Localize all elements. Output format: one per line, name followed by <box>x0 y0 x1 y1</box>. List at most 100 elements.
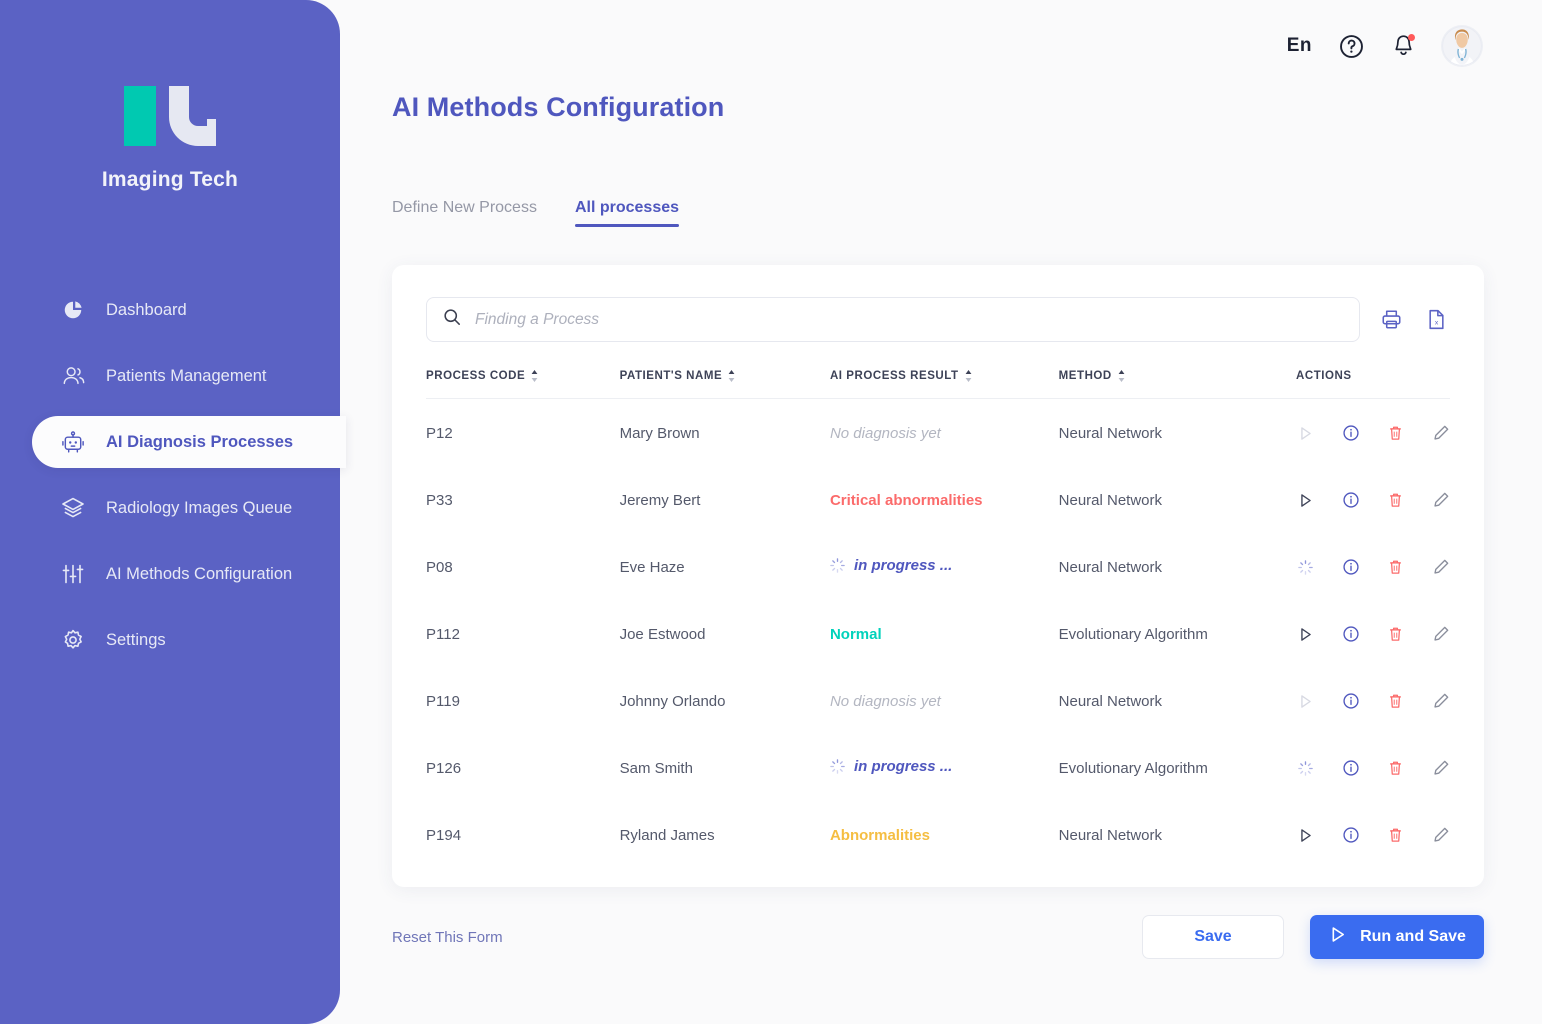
language-selector[interactable]: En <box>1287 35 1312 57</box>
cell-ai-process-result: Normal <box>830 600 1059 667</box>
avatar[interactable] <box>1442 26 1482 66</box>
edit-icon[interactable] <box>1431 691 1450 711</box>
cell-ai-process-result: No diagnosis yet <box>830 667 1059 734</box>
search-input[interactable] <box>475 310 1343 329</box>
status-label: No diagnosis yet <box>829 692 941 710</box>
help-circle-icon[interactable] <box>1338 33 1365 60</box>
delete-icon[interactable] <box>1386 490 1405 510</box>
excel-file-icon[interactable]: x <box>1423 306 1450 333</box>
reset-form-link[interactable]: Reset This Form <box>392 929 503 946</box>
column-header-ai-process-result[interactable]: AI PROCESS RESULT <box>829 370 1059 399</box>
cell-method: Neural Network <box>1058 826 1163 844</box>
app-root: Imaging Tech Dashboard Patients Manageme… <box>0 0 1542 1024</box>
logo-icon <box>124 86 216 152</box>
sidebar-nav: Dashboard Patients Management AI Diagnos… <box>0 284 346 666</box>
sidebar-item-ai-methods-configuration[interactable]: AI Methods Configuration <box>32 548 340 600</box>
cell-patient-name: Mary Brown <box>619 424 700 442</box>
column-header-method[interactable]: METHOD <box>1058 370 1296 399</box>
status-label: in progress ... <box>853 758 953 775</box>
column-header-patients-name[interactable]: PATIENT'S NAME <box>619 370 830 399</box>
delete-icon[interactable] <box>1386 825 1405 845</box>
sidebar-item-dashboard[interactable]: Dashboard <box>32 284 340 336</box>
status-label: Critical abnormalities <box>829 491 983 509</box>
status-badge: in progress ... <box>830 557 952 574</box>
footer: Reset This Form Save Run and Save <box>392 915 1484 959</box>
row-actions <box>1296 423 1450 443</box>
delete-icon[interactable] <box>1386 758 1405 778</box>
search-box[interactable] <box>426 297 1360 342</box>
table-header-row: PROCESS CODE PATIENT'S NAME AI PROCESS R… <box>426 370 1450 399</box>
cell-ai-process-result: Abnormalities <box>830 801 1059 868</box>
spinner-icon <box>1298 760 1313 776</box>
info-icon[interactable] <box>1341 758 1360 778</box>
edit-icon[interactable] <box>1431 557 1450 577</box>
table-body: P12 Mary Brown No diagnosis yet Neural N… <box>426 399 1450 869</box>
edit-icon[interactable] <box>1431 825 1450 845</box>
column-header-process-code[interactable]: PROCESS CODE <box>426 370 620 399</box>
edit-icon[interactable] <box>1431 624 1450 644</box>
info-icon[interactable] <box>1341 825 1360 845</box>
cell-process-code: P12 <box>426 424 453 442</box>
search-row: x <box>426 297 1450 342</box>
tab-define-new-process[interactable]: Define New Process <box>392 199 537 227</box>
cell-process-code: P08 <box>426 558 453 576</box>
run-and-save-button[interactable]: Run and Save <box>1310 915 1484 959</box>
status-label: in progress ... <box>853 557 953 574</box>
delete-icon[interactable] <box>1386 423 1405 443</box>
table-row: P112 Joe Estwood Normal Evolutionary Alg… <box>426 600 1450 667</box>
sidebar-item-label: Patients Management <box>106 366 267 385</box>
page-title: AI Methods Configuration <box>392 92 725 122</box>
printer-icon[interactable] <box>1378 306 1405 333</box>
cell-method: Neural Network <box>1058 491 1163 509</box>
pie-chart-icon <box>58 297 88 323</box>
info-icon[interactable] <box>1341 624 1360 644</box>
delete-icon[interactable] <box>1386 691 1405 711</box>
status-badge: No diagnosis yet <box>830 693 941 710</box>
column-label: METHOD <box>1058 370 1112 382</box>
column-header-actions: ACTIONS <box>1296 370 1450 399</box>
row-actions <box>1296 624 1450 644</box>
sidebar-item-radiology-images-queue[interactable]: Radiology Images Queue <box>32 482 340 534</box>
info-icon[interactable] <box>1341 490 1360 510</box>
spinner-icon <box>1296 758 1315 778</box>
run-play-icon[interactable] <box>1296 624 1315 644</box>
info-icon[interactable] <box>1341 557 1360 577</box>
sidebar-item-patients-management[interactable]: Patients Management <box>32 350 340 402</box>
column-label: ACTIONS <box>1296 370 1352 382</box>
robot-icon <box>58 429 88 455</box>
cell-method: Evolutionary Algorithm <box>1058 759 1208 777</box>
sidebar-item-ai-diagnosis-processes[interactable]: AI Diagnosis Processes <box>32 416 346 468</box>
sort-icon <box>965 370 971 382</box>
save-button[interactable]: Save <box>1142 915 1284 959</box>
delete-icon[interactable] <box>1386 624 1405 644</box>
tab-bar: Define New Process All processes <box>392 199 1484 227</box>
edit-icon[interactable] <box>1431 423 1450 443</box>
layers-icon <box>58 495 88 521</box>
info-icon[interactable] <box>1341 691 1360 711</box>
delete-icon[interactable] <box>1386 557 1405 577</box>
run-play-icon <box>1296 691 1315 711</box>
edit-icon[interactable] <box>1431 490 1450 510</box>
cell-actions <box>1296 600 1450 667</box>
sidebar-item-settings[interactable]: Settings <box>32 614 340 666</box>
cell-actions <box>1296 734 1450 801</box>
status-label: Abnormalities <box>829 826 930 844</box>
status-badge: in progress ... <box>830 758 952 775</box>
cell-process-code: P112 <box>426 625 460 643</box>
bell-icon[interactable] <box>1391 33 1416 59</box>
cell-actions <box>1296 399 1450 467</box>
table-row: P194 Ryland James Abnormalities Neural N… <box>426 801 1450 868</box>
edit-icon[interactable] <box>1431 758 1450 778</box>
tab-all-processes[interactable]: All processes <box>574 199 680 227</box>
row-actions <box>1296 691 1450 711</box>
cell-patient-name: Eve Haze <box>619 558 685 576</box>
processes-table: PROCESS CODE PATIENT'S NAME AI PROCESS R… <box>426 370 1450 868</box>
info-icon[interactable] <box>1341 423 1360 443</box>
column-label: AI PROCESS RESULT <box>829 370 959 382</box>
cell-ai-process-result: Critical abnormalities <box>830 466 1059 533</box>
cell-actions <box>1296 667 1450 734</box>
table-row: P12 Mary Brown No diagnosis yet Neural N… <box>426 399 1450 467</box>
run-play-icon[interactable] <box>1296 490 1315 510</box>
run-play-icon[interactable] <box>1296 825 1315 845</box>
logo-tick-bar <box>207 119 216 146</box>
